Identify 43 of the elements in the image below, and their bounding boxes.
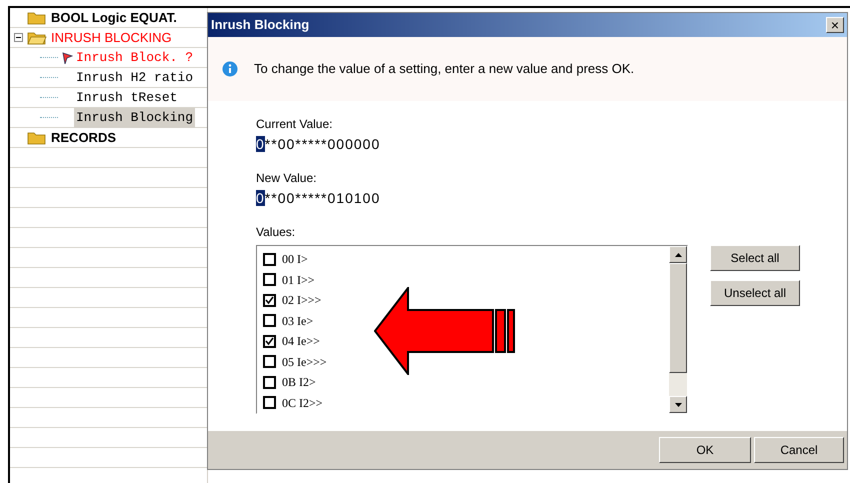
scrollbar[interactable] bbox=[669, 246, 687, 413]
scroll-thumb[interactable] bbox=[669, 263, 687, 373]
close-button[interactable]: × bbox=[826, 17, 844, 33]
values-label: Values: bbox=[256, 224, 296, 241]
option-label[interactable]: 04 Ie>> bbox=[282, 332, 320, 350]
checkbox[interactable] bbox=[263, 355, 276, 368]
checkbox[interactable] bbox=[263, 334, 276, 348]
info-icon bbox=[222, 61, 238, 77]
checkbox[interactable] bbox=[263, 252, 276, 266]
setting-label[interactable]: Inrush tReset bbox=[74, 88, 180, 108]
unselect-all-button[interactable]: Unselect all bbox=[710, 280, 800, 306]
setting-label[interactable]: Inrush Blocking bbox=[74, 108, 196, 128]
cancel-button[interactable]: Cancel bbox=[754, 437, 844, 463]
checkbox[interactable] bbox=[263, 273, 276, 286]
collapse-toggle-icon[interactable] bbox=[14, 33, 23, 42]
checkbox[interactable] bbox=[263, 376, 276, 389]
option-label[interactable]: 0C I2>> bbox=[282, 394, 323, 412]
folder-label[interactable]: RECORDS bbox=[51, 131, 116, 144]
info-message: To change the value of a setting, enter a new value and press OK. bbox=[254, 60, 634, 78]
option-label[interactable]: 0B I2> bbox=[282, 373, 316, 392]
folder-label[interactable]: BOOL Logic EQUAT. bbox=[51, 11, 177, 24]
option-label[interactable]: 02 I>>> bbox=[282, 291, 322, 310]
setting-label[interactable]: Inrush Block. ? bbox=[74, 48, 196, 68]
new-value-label: New Value: bbox=[256, 170, 318, 187]
values-list[interactable]: 00 I> 01 I>> 02 I>>> 03 Ie> 04 Ie>> 05 Ie>>> 0B I2> 0C I2>> bbox=[256, 245, 688, 414]
option-label[interactable]: 03 Ie> bbox=[282, 312, 314, 330]
scroll-up-icon[interactable] bbox=[669, 246, 687, 263]
current-value-text: 0**00*****000000 bbox=[256, 136, 382, 152]
window-title: Inrush Blocking bbox=[211, 16, 310, 34]
new-value-field[interactable]: 0**00*****010100 bbox=[256, 190, 800, 206]
select-all-button[interactable]: Select all bbox=[710, 245, 800, 271]
option-label[interactable]: 00 I> bbox=[282, 250, 308, 268]
ok-button[interactable]: OK bbox=[659, 437, 751, 463]
current-value-label: Current Value: bbox=[256, 116, 334, 133]
folder-label[interactable]: INRUSH BLOCKING bbox=[51, 31, 172, 44]
option-label[interactable]: 05 Ie>>> bbox=[282, 352, 327, 371]
setting-label[interactable]: Inrush H2 ratio bbox=[74, 68, 196, 88]
checkbox[interactable] bbox=[263, 294, 276, 307]
checkbox[interactable] bbox=[263, 314, 276, 328]
scroll-down-icon[interactable] bbox=[669, 396, 687, 413]
checkbox[interactable] bbox=[263, 396, 276, 410]
flag-icon bbox=[61, 52, 73, 64]
option-label[interactable]: 01 I>> bbox=[282, 270, 315, 289]
